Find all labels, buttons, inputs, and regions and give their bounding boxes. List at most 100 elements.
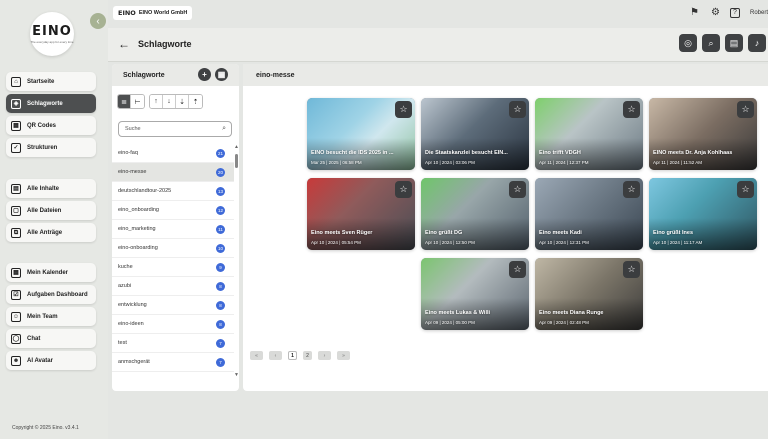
sidebar-item-ai-avatar[interactable]: ☻ AI Avatar — [6, 351, 96, 370]
page-1-button[interactable]: 1 — [288, 351, 297, 360]
chevron-left-icon: ‹ — [96, 15, 100, 27]
favorite-button[interactable]: ☆ — [623, 181, 640, 198]
prev-page-button[interactable]: ‹ — [269, 351, 282, 360]
scroll-down-icon[interactable]: ▼ — [234, 372, 239, 378]
sidebar-item-mein-team[interactable]: ☺ Mein Team — [6, 307, 96, 326]
sidebar-item-mein-kalender[interactable]: ▦ Mein Kalender — [6, 263, 96, 282]
team-icon: ☺ — [11, 311, 21, 322]
content-card[interactable]: ☆ Eino meets Sven Rüger Apr 10 | 2024 | 05… — [307, 178, 415, 250]
content-card[interactable]: ☆ Eino grüßt Ines Apr 10 | 2024 | 11:17 AM — [649, 178, 757, 250]
tag-count-badge: 13 — [215, 186, 225, 196]
content-card[interactable]: ☆ Die Staatskanzlei besucht EIN... Apr 10 … — [421, 98, 529, 170]
sidebar-item-schlagworte[interactable]: ◈ Schlagworte — [6, 94, 96, 113]
sidebar-item-aufgaben-dashboard[interactable]: ☑ Aufgaben Dashboard — [6, 285, 96, 304]
page-2-button[interactable]: 2 — [303, 351, 312, 360]
star-icon: ☆ — [627, 184, 636, 194]
scroll-up-icon[interactable]: ▲ — [234, 144, 239, 150]
copyright: Copyright © 2025 Eino. v3.4.1 — [12, 425, 79, 431]
content-card[interactable]: ☆ Eino grüßt DG Apr 10 | 2024 | 12:50 PM — [421, 178, 529, 250]
sidebar-item-strukturen[interactable]: ✓ Strukturen — [6, 138, 96, 157]
next-page-button[interactable]: › — [318, 351, 331, 360]
help-icon[interactable]: ? — [729, 7, 740, 18]
tag-list-item[interactable]: test 7 — [112, 334, 234, 353]
content-card[interactable]: ☆ EINO meets Dr. Anja Kohlhaas Apr 11 | 20… — [649, 98, 757, 170]
document-button[interactable]: ▤ — [725, 34, 743, 52]
collapse-sidebar-button[interactable]: ‹ — [90, 13, 106, 29]
logo-text: EINO — [32, 23, 72, 39]
tag-list-item[interactable]: deutschlandtour-2025 13 — [112, 182, 234, 201]
tag-count-badge: 7 — [216, 338, 225, 348]
tag-icon: ◈ — [11, 98, 21, 109]
sidebar-item-startseite[interactable]: ⌂ Startseite — [6, 72, 96, 91]
last-page-button[interactable]: » — [337, 351, 350, 360]
tag-name: eino-ideen — [118, 321, 144, 327]
sidebar-item-label: AI Avatar — [27, 357, 53, 364]
card-title: Eino grüßt Ines — [653, 230, 694, 236]
tag-search-input[interactable]: Suche ⌕ — [118, 121, 232, 137]
tag-list-item[interactable]: azubi 8 — [112, 277, 234, 296]
favorite-button[interactable]: ☆ — [509, 261, 526, 278]
search-button[interactable]: ⌕ — [702, 34, 720, 52]
sort-alpha-desc[interactable]: ⇡ — [189, 95, 202, 108]
plus-icon: + — [202, 70, 207, 79]
microphone-button[interactable]: ♪ — [748, 34, 766, 52]
nav-group-content: ▤ Alle Inhalte ▢ Alle Dateien ⧉ Alle Anträge — [6, 179, 96, 245]
card-title: Eino trifft VDGH — [539, 150, 581, 156]
tag-list-item[interactable]: eino-ideen 8 — [112, 315, 234, 334]
favorite-button[interactable]: ☆ — [509, 101, 526, 118]
card-title: Eino meets Lukas & Willi — [425, 310, 491, 316]
content-card[interactable]: ☆ Eino meets Lukas & Willi Apr 09 | 2024 |… — [421, 258, 529, 330]
sort-count-asc[interactable]: ↑ — [150, 95, 163, 108]
settings-icon[interactable]: ⚙ — [709, 6, 722, 19]
tag-name: eino-faq — [118, 150, 138, 156]
sidebar-item-label: QR Codes — [27, 122, 57, 129]
user-name[interactable]: Robert — [750, 10, 768, 16]
grid-view-button[interactable]: ▦ — [215, 68, 228, 81]
tag-name: deutschlandtour-2025 — [118, 188, 172, 194]
tag-list-scrollbar[interactable]: ▲ ▼ — [234, 144, 239, 384]
star-icon: ☆ — [399, 184, 408, 194]
add-tag-button[interactable]: + — [198, 68, 211, 81]
favorite-button[interactable]: ☆ — [395, 101, 412, 118]
content-card[interactable]: ☆ Eino trifft VDGH Apr 11 | 2024 | 12:37 P… — [535, 98, 643, 170]
top-bar: EINO EINO World GmbH ⚑ ⚙ ? Robert — [108, 0, 768, 28]
content-card[interactable]: ☆ Eino meets Kadi Apr 10 | 2024 | 12:31 PM — [535, 178, 643, 250]
company-logo: EINO — [118, 9, 136, 17]
sidebar-item-alle-inhalte[interactable]: ▤ Alle Inhalte — [6, 179, 96, 198]
tag-list-item[interactable]: eino-onboarding 10 — [112, 239, 234, 258]
flag-icon[interactable]: ⚑ — [688, 6, 701, 19]
back-arrow-icon[interactable]: ← — [118, 37, 130, 51]
tag-list-item[interactable]: eino-messe 20 — [112, 163, 234, 182]
tag-count-badge: 8 — [216, 281, 225, 291]
list-view-toggle[interactable]: ≣ — [118, 95, 131, 108]
target-button[interactable]: ◎ — [679, 34, 697, 52]
scroll-thumb[interactable] — [235, 154, 238, 168]
sidebar-item-alle-dateien[interactable]: ▢ Alle Dateien — [6, 201, 96, 220]
tag-list-item[interactable]: eino_marketing 11 — [112, 220, 234, 239]
company-switcher[interactable]: EINO EINO World GmbH — [113, 6, 193, 20]
tree-view-toggle[interactable]: ⊢ — [131, 95, 144, 108]
tag-list-item[interactable]: eino-faq 21 — [112, 144, 234, 163]
favorite-button[interactable]: ☆ — [737, 181, 754, 198]
content-card[interactable]: ☆ EINO besucht die IDS 2025 in ... Mar 25 … — [307, 98, 415, 170]
sort-alpha-asc[interactable]: ⇣ — [176, 95, 189, 108]
favorite-button[interactable]: ☆ — [737, 101, 754, 118]
sort-count-desc[interactable]: ↓ — [163, 95, 176, 108]
tag-list-item[interactable]: eino_onboarding 12 — [112, 201, 234, 220]
tag-list-item[interactable]: kuche 9 — [112, 258, 234, 277]
favorite-button[interactable]: ☆ — [623, 101, 640, 118]
favorite-button[interactable]: ☆ — [623, 261, 640, 278]
card-meta: Apr 10 | 2024 | 03:06 PM — [425, 160, 475, 165]
eino-logo[interactable]: EINO The everyday app for every time — [30, 12, 74, 56]
sidebar-item-label: Strukturen — [27, 144, 58, 151]
first-page-button[interactable]: « — [250, 351, 263, 360]
tag-list-item[interactable]: entwicklung 8 — [112, 296, 234, 315]
favorite-button[interactable]: ☆ — [509, 181, 526, 198]
tag-count-badge: 12 — [215, 205, 225, 215]
tag-list-item[interactable]: anmschgerät 7 — [112, 353, 234, 372]
sidebar-item-qr-codes[interactable]: ▦ QR Codes — [6, 116, 96, 135]
content-card[interactable]: ☆ Eino meets Diana Runge Apr 09 | 2024 | 0… — [535, 258, 643, 330]
favorite-button[interactable]: ☆ — [395, 181, 412, 198]
sidebar-item-alle-anträge[interactable]: ⧉ Alle Anträge — [6, 223, 96, 242]
sidebar-item-chat[interactable]: ◯ Chat — [6, 329, 96, 348]
